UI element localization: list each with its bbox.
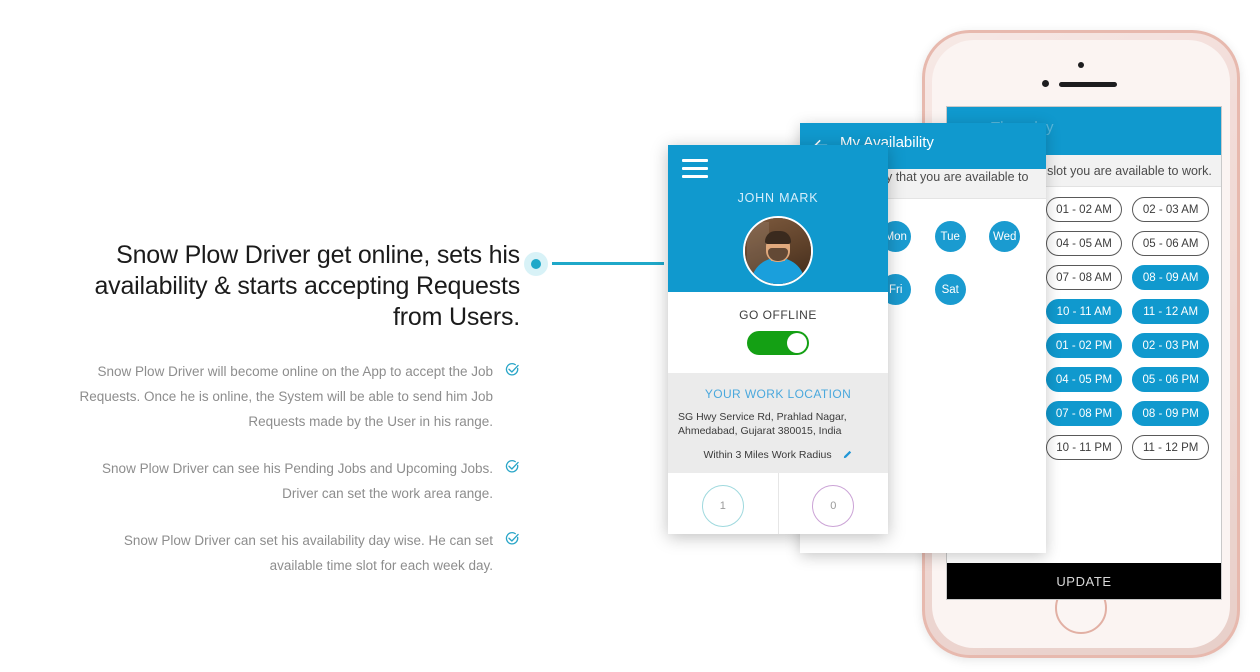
timeline-connector-line (552, 262, 664, 265)
day-chip-tue[interactable]: Tue (934, 221, 966, 252)
check-circle-icon (505, 532, 519, 545)
timeslot-chip[interactable]: 07 - 08 PM (1045, 401, 1123, 426)
timeslot-chip[interactable]: 11 - 12 PM (1132, 435, 1209, 460)
feature-bullet-text: Snow Plow Driver will become online on t… (79, 364, 493, 429)
work-radius-label: Within 3 Miles Work Radius (703, 449, 832, 461)
work-location-title: YOUR WORK LOCATION (704, 387, 852, 401)
timeslot-chip[interactable]: 10 - 11 PM (1045, 435, 1123, 460)
timeslot-chip[interactable]: 08 - 09 AM (1132, 265, 1209, 290)
timeslot-chip[interactable]: 02 - 03 AM (1132, 197, 1209, 222)
timeslot-chip[interactable]: 04 - 05 PM (1045, 367, 1123, 392)
work-radius-row: Within 3 Miles Work Radius (678, 449, 878, 461)
front-camera-icon (1042, 80, 1049, 87)
timeslot-chip[interactable]: 11 - 12 AM (1132, 299, 1209, 324)
online-status-label: GO OFFLINE (739, 308, 817, 322)
timeslot-chip[interactable]: 10 - 11 AM (1045, 299, 1123, 324)
timeslot-chip[interactable]: 05 - 06 AM (1132, 231, 1209, 256)
day-chip-wed[interactable]: Wed (989, 221, 1021, 252)
jobs-summary: 1 PENDING JOBS 0 UPCOMING JOBS (668, 473, 888, 534)
driver-profile-screen: JOHN MARK GO OFFLINE YOUR WORK LOCATION … (668, 145, 888, 534)
feature-bullet-text: Snow Plow Driver can set his availabilit… (123, 533, 493, 573)
timeslot-chip[interactable]: 01 - 02 PM (1045, 333, 1123, 358)
pencil-icon[interactable] (842, 449, 853, 460)
page-root: Snow Plow Driver get online, sets his av… (0, 0, 1260, 672)
avatar (743, 216, 813, 286)
avatar-image (743, 216, 813, 286)
online-toggle[interactable] (747, 331, 809, 355)
feature-bullet: Snow Plow Driver can see his Pending Job… (40, 456, 520, 506)
timeslot-chip[interactable]: 08 - 09 PM (1132, 401, 1209, 426)
timeslot-chip[interactable]: 01 - 02 AM (1045, 197, 1123, 222)
timeslot-chip[interactable]: 02 - 03 PM (1132, 333, 1209, 358)
earpiece-speaker-icon (1059, 82, 1117, 87)
driver-name: JOHN MARK (737, 191, 819, 205)
timeslot-chip[interactable]: 05 - 06 PM (1132, 367, 1209, 392)
upcoming-jobs-cell[interactable]: 0 UPCOMING JOBS (777, 473, 889, 534)
timeslot-chip[interactable]: 07 - 08 AM (1045, 265, 1123, 290)
upcoming-jobs-count: 0 (812, 484, 855, 527)
check-circle-icon (505, 460, 519, 473)
pending-jobs-count: 1 (701, 484, 744, 527)
update-button[interactable]: UPDATE (947, 563, 1221, 599)
work-location-section: YOUR WORK LOCATION SG Hwy Service Rd, Pr… (668, 373, 888, 473)
proximity-sensor-icon (1078, 62, 1084, 68)
online-toggle-knob (787, 333, 807, 353)
avatar-hair (765, 231, 791, 244)
check-circle-icon (505, 363, 519, 376)
feature-bullet: Snow Plow Driver can set his availabilit… (40, 528, 520, 578)
hamburger-icon[interactable] (682, 159, 708, 183)
timeline-dot-core (531, 259, 541, 269)
day-chip-sat[interactable]: Sat (934, 274, 966, 305)
feature-bullet: Snow Plow Driver will become online on t… (40, 359, 520, 434)
pending-jobs-cell[interactable]: 1 PENDING JOBS (668, 473, 778, 534)
feature-copy: Snow Plow Driver get online, sets his av… (40, 240, 521, 600)
work-location-address: SG Hwy Service Rd, Prahlad Nagar, Ahmeda… (678, 411, 847, 437)
page-title: Snow Plow Driver get online, sets his av… (94, 241, 520, 331)
timeline-dot (524, 252, 548, 276)
timeslot-chip[interactable]: 04 - 05 AM (1045, 231, 1123, 256)
profile-header: JOHN MARK (668, 145, 888, 292)
feature-bullet-text: Snow Plow Driver can see his Pending Job… (102, 461, 493, 501)
